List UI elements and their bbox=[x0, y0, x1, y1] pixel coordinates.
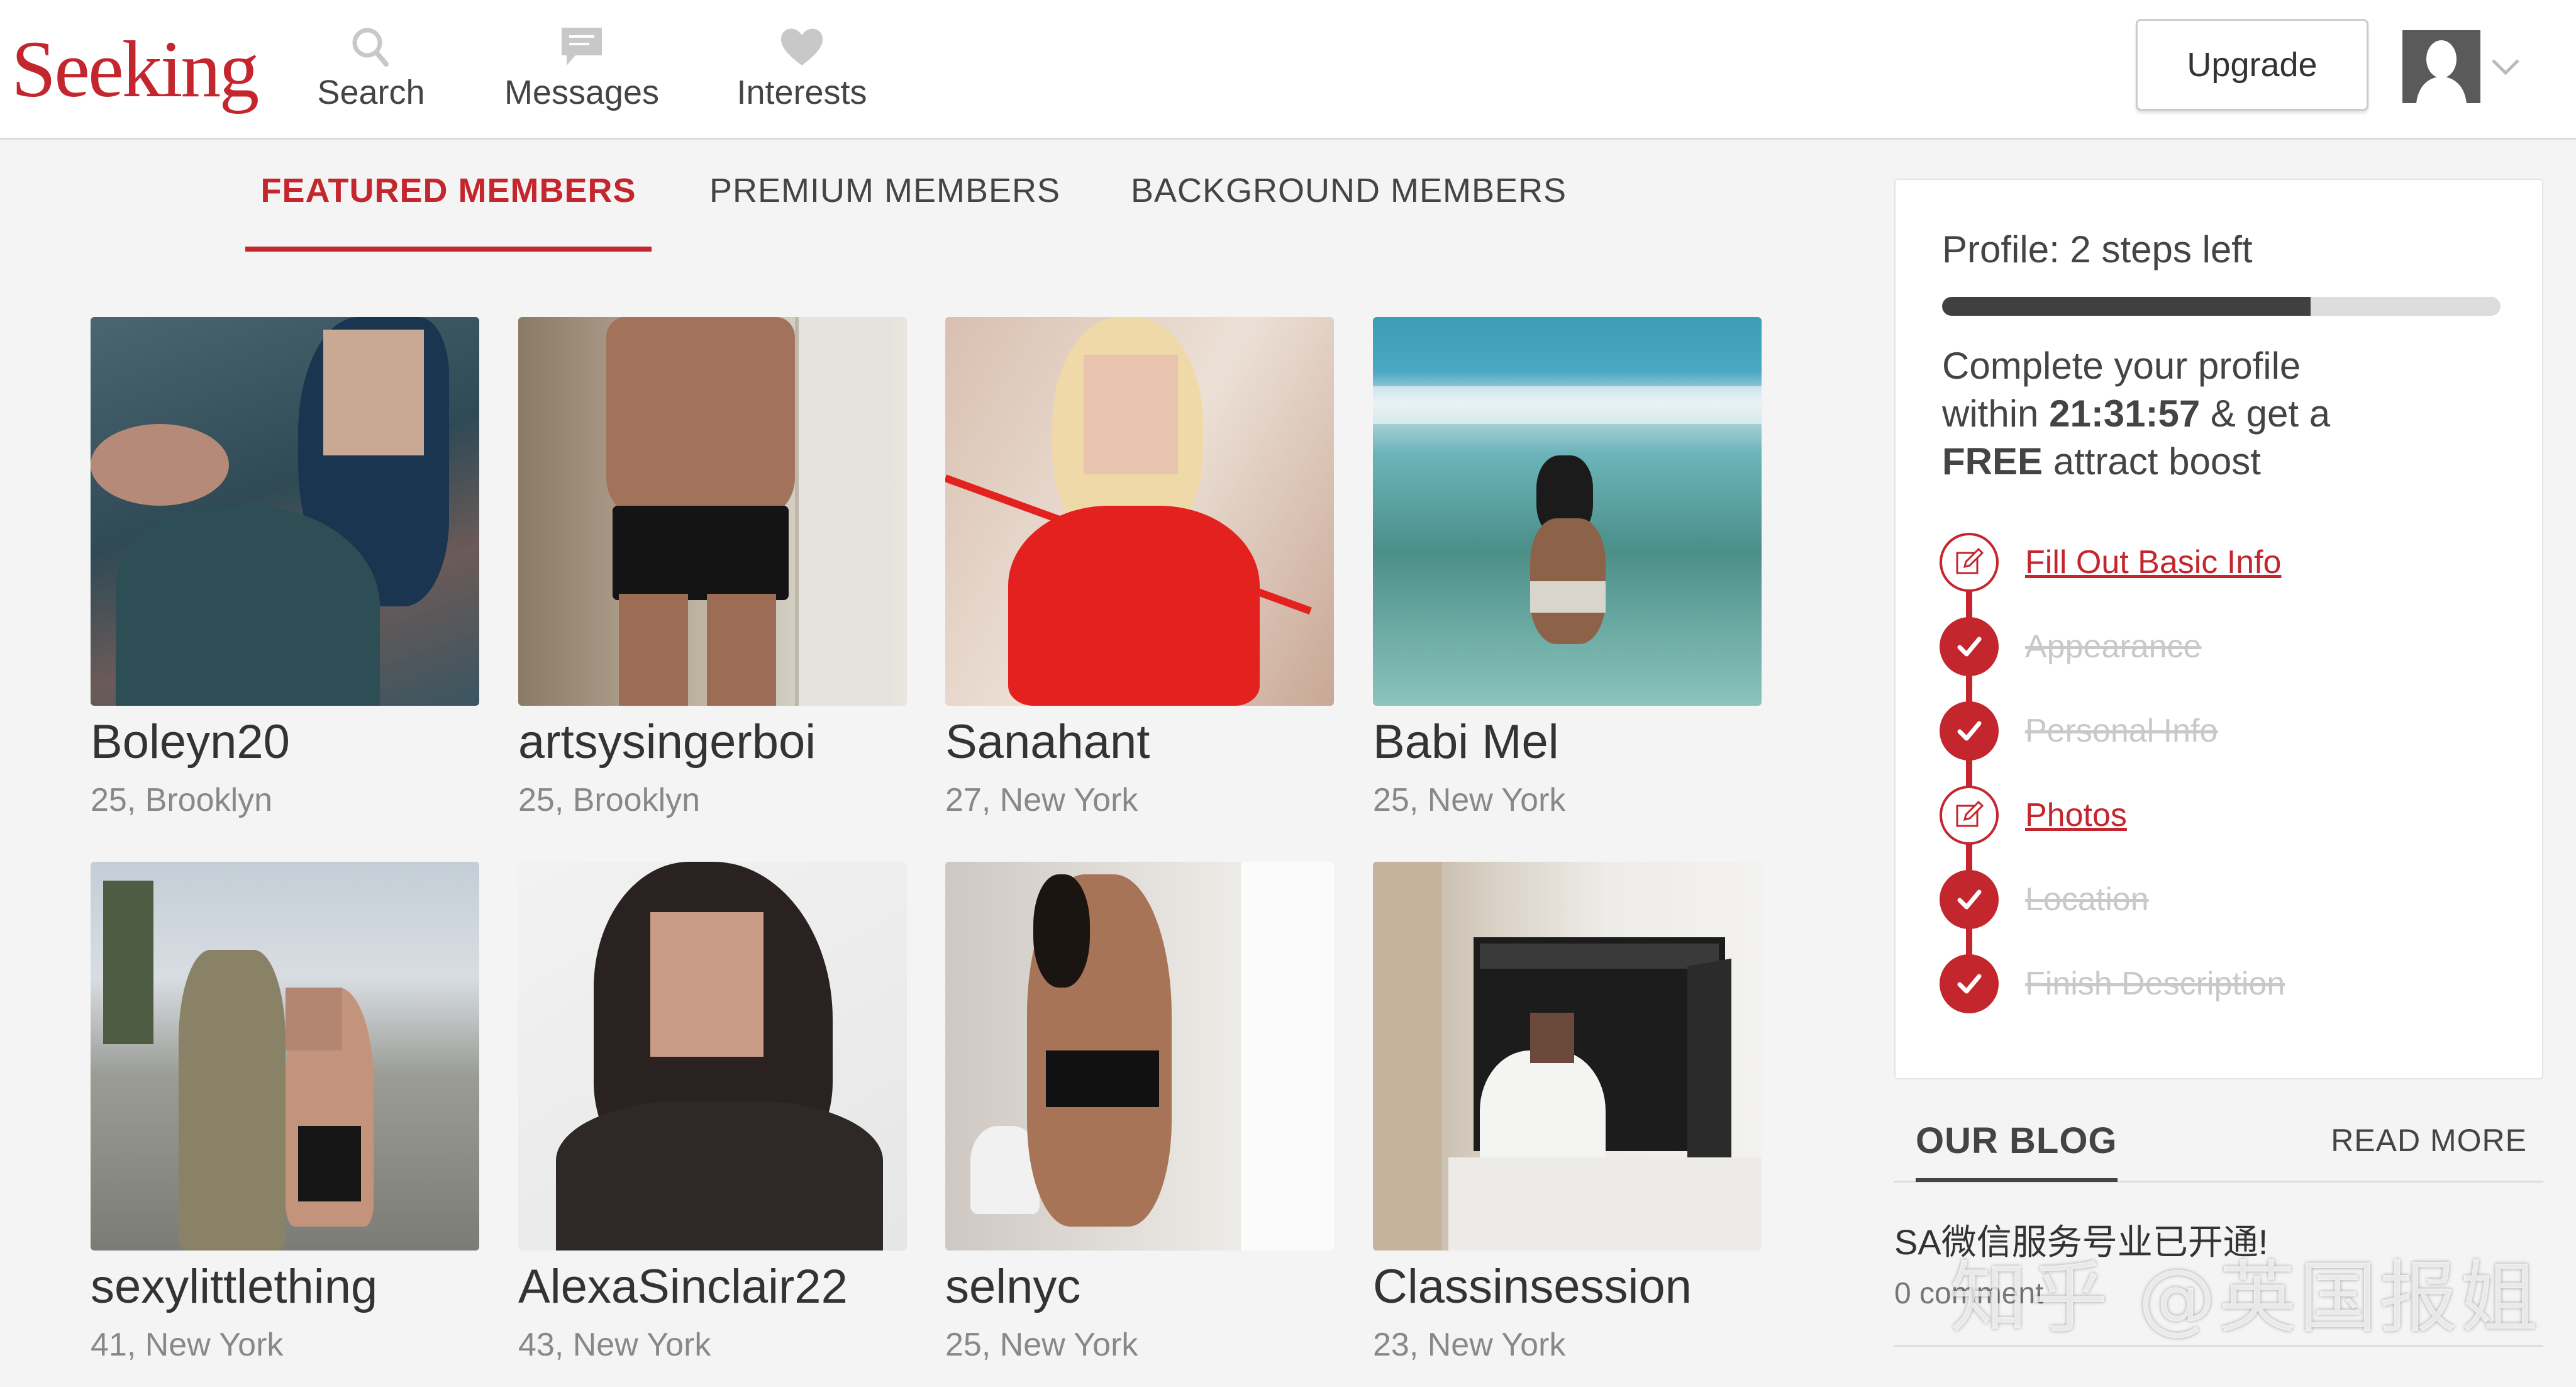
member-card[interactable]: sexylittlething 41, New York bbox=[91, 862, 479, 1365]
profile-complete-message: Complete your profile within 21:31:57 & … bbox=[1942, 342, 2496, 486]
nav-search[interactable]: Search bbox=[308, 24, 434, 112]
member-photo[interactable] bbox=[518, 317, 907, 706]
account-menu[interactable] bbox=[2402, 30, 2523, 103]
message-within: within bbox=[1942, 393, 2050, 435]
member-age-location: 43, New York bbox=[518, 1327, 711, 1363]
checkmark-icon bbox=[1940, 870, 1999, 929]
member-name[interactable]: Boleyn20 bbox=[91, 711, 479, 774]
member-photo[interactable] bbox=[518, 862, 907, 1251]
nav-search-label: Search bbox=[317, 74, 425, 111]
member-photo[interactable] bbox=[945, 317, 1334, 706]
seeking-logo[interactable]: Seeking bbox=[11, 19, 259, 120]
member-card[interactable]: artsysingerboi 25, Brooklyn bbox=[518, 317, 907, 820]
chevron-down-icon[interactable] bbox=[2488, 54, 2523, 79]
member-name[interactable]: Sanahant bbox=[945, 711, 1334, 774]
upgrade-button[interactable]: Upgrade bbox=[2136, 19, 2368, 111]
checkmark-icon bbox=[1940, 954, 1999, 1013]
search-icon bbox=[352, 28, 389, 67]
countdown-timer: 21:31:57 bbox=[2049, 393, 2201, 435]
member-card[interactable]: selnyc 25, New York bbox=[945, 862, 1334, 1365]
nav-messages[interactable]: Messages bbox=[503, 24, 660, 112]
nav-interests-label: Interests bbox=[736, 74, 867, 111]
nav-messages-label: Messages bbox=[504, 74, 660, 111]
member-age-location: 27, New York bbox=[945, 782, 1138, 818]
member-name[interactable]: Babi Mel bbox=[1373, 711, 1762, 774]
profile-steps-title: Profile: 2 steps left bbox=[1942, 228, 2253, 270]
blog-header: OUR BLOG READ MORE bbox=[1894, 1113, 2543, 1183]
nav-interests[interactable]: Interests bbox=[730, 24, 874, 112]
step-location[interactable]: Location bbox=[1940, 869, 2149, 930]
tab-premium-members[interactable]: PREMIUM MEMBERS bbox=[709, 171, 1060, 210]
edit-icon bbox=[1940, 533, 1999, 592]
edit-icon bbox=[1940, 786, 1999, 845]
member-card[interactable]: Babi Mel 25, New York bbox=[1373, 317, 1762, 820]
member-photo[interactable] bbox=[1373, 317, 1762, 706]
member-photo[interactable] bbox=[91, 317, 479, 706]
checkmark-icon bbox=[1940, 701, 1999, 760]
step-fill-out-basic-info[interactable]: Fill Out Basic Info bbox=[1940, 532, 2281, 593]
member-card[interactable]: Sanahant 27, New York bbox=[945, 317, 1334, 820]
message-free: FREE bbox=[1942, 440, 2043, 482]
profile-progress-fill bbox=[1942, 297, 2311, 316]
member-name[interactable]: AlexaSinclair22 bbox=[518, 1256, 907, 1318]
tab-featured-members[interactable]: FEATURED MEMBERS bbox=[245, 171, 652, 252]
member-age-location: 23, New York bbox=[1373, 1327, 1566, 1363]
read-more-link[interactable]: READ MORE bbox=[2331, 1122, 2527, 1159]
step-label[interactable]: Photos bbox=[2025, 796, 2127, 834]
step-appearance[interactable]: Appearance bbox=[1940, 616, 2201, 677]
member-age-location: 25, Brooklyn bbox=[518, 782, 701, 818]
profile-progress-bar bbox=[1942, 297, 2501, 316]
member-card[interactable]: AlexaSinclair22 43, New York bbox=[518, 862, 907, 1365]
member-name[interactable]: Classinsession bbox=[1373, 1256, 1762, 1318]
member-name[interactable]: selnyc bbox=[945, 1256, 1334, 1318]
member-age-location: 25, New York bbox=[945, 1327, 1138, 1363]
step-label[interactable]: Personal Info bbox=[2025, 712, 2218, 750]
profile-completion-panel: Profile: 2 steps left Complete your prof… bbox=[1894, 179, 2543, 1079]
member-photo[interactable] bbox=[91, 862, 479, 1251]
step-finish-description[interactable]: Finish Description bbox=[1940, 954, 2285, 1014]
step-label[interactable]: Fill Out Basic Info bbox=[2025, 543, 2281, 581]
step-label[interactable]: Appearance bbox=[2025, 628, 2201, 666]
message-line1: Complete your profile bbox=[1942, 345, 2301, 387]
message-end: attract boost bbox=[2043, 440, 2261, 482]
member-age-location: 25, Brooklyn bbox=[91, 782, 273, 818]
member-photo[interactable] bbox=[945, 862, 1334, 1251]
top-header: Seeking Search Messages Interests Upgrad… bbox=[0, 0, 2576, 140]
step-label[interactable]: Location bbox=[2025, 881, 2149, 918]
member-card[interactable]: Classinsession 23, New York bbox=[1373, 862, 1762, 1365]
avatar-placeholder-icon bbox=[2402, 30, 2480, 103]
member-photo[interactable] bbox=[1373, 862, 1762, 1251]
member-age-location: 41, New York bbox=[91, 1327, 284, 1363]
step-photos[interactable]: Photos bbox=[1940, 785, 2127, 845]
checkmark-icon bbox=[1940, 617, 1999, 676]
member-age-location: 25, New York bbox=[1373, 782, 1566, 818]
member-name[interactable]: artsysingerboi bbox=[518, 711, 907, 774]
watermark: 知乎 @英国报姐 bbox=[1950, 1253, 2541, 1344]
tab-background-members[interactable]: BACKGROUND MEMBERS bbox=[1131, 171, 1567, 210]
blog-title: OUR BLOG bbox=[1916, 1120, 2118, 1182]
message-get: & get a bbox=[2200, 393, 2331, 435]
member-card[interactable]: Boleyn20 25, Brooklyn bbox=[91, 317, 479, 820]
speech-bubble-icon bbox=[562, 28, 602, 65]
avatar[interactable] bbox=[2402, 30, 2480, 103]
heart-icon bbox=[780, 28, 823, 65]
step-personal-info[interactable]: Personal Info bbox=[1940, 701, 2218, 761]
member-name[interactable]: sexylittlething bbox=[91, 1256, 479, 1318]
step-label[interactable]: Finish Description bbox=[2025, 965, 2285, 1003]
